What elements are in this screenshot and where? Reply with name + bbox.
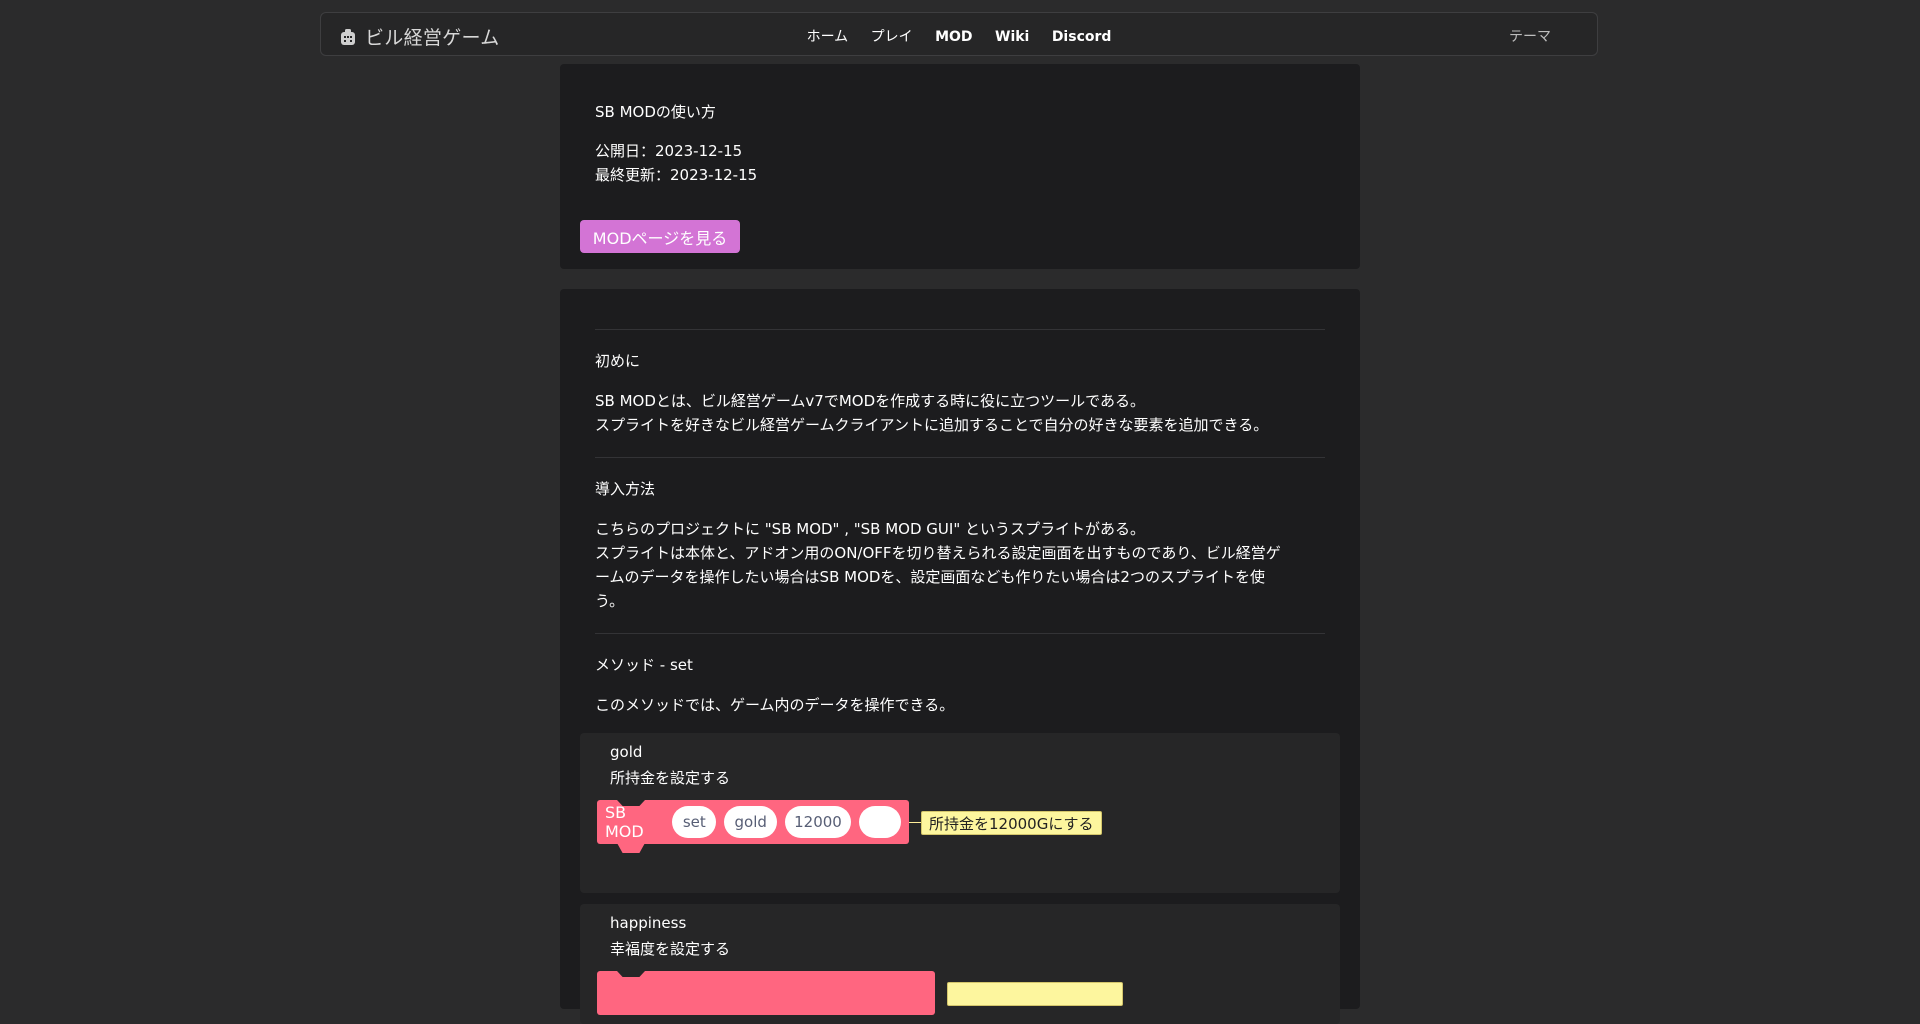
- method-name: gold: [610, 743, 643, 761]
- method-desc: 幸福度を設定する: [610, 940, 731, 958]
- scratch-block[interactable]: SB MOD set gold 12000: [597, 800, 909, 853]
- published-date: 公開日：2023-12-15: [595, 142, 743, 160]
- method-box-happiness: happiness 幸福度を設定する: [580, 904, 1340, 1024]
- intro-line-1: SB MODとは、ビル経営ゲームv7でMODを作成する時に役に立つツールである。: [595, 392, 1146, 410]
- block-arg-method[interactable]: set: [672, 806, 717, 838]
- section-heading-method: メソッド - set: [595, 656, 693, 674]
- nav-discord[interactable]: Discord: [1052, 29, 1112, 45]
- page-title: SB MODの使い方: [595, 103, 716, 121]
- block-label: SB MOD: [605, 803, 644, 841]
- block-arg-key[interactable]: gold: [724, 806, 777, 838]
- section-heading-install: 導入方法: [595, 480, 656, 498]
- divider: [595, 457, 1325, 458]
- method-description: このメソッドでは、ゲーム内のデータを操作できる。: [595, 696, 955, 714]
- intro-line-2: スプライトを好きなビル経営ゲームクライアントに追加することで自分の好きな要素を追…: [595, 416, 1269, 434]
- block-comment: 所持金を12000Gにする: [921, 811, 1102, 835]
- mod-page-button[interactable]: MODページを見る: [580, 220, 740, 253]
- comment-connector: [909, 822, 921, 823]
- block-comment: [947, 982, 1123, 1006]
- content-card: 初めに SB MODとは、ビル経営ゲームv7でMODを作成する時に役に立つツール…: [560, 289, 1360, 1024]
- divider: [595, 329, 1325, 330]
- theme-toggle[interactable]: テーマ: [1509, 26, 1551, 46]
- nav-home[interactable]: ホーム: [807, 29, 849, 45]
- navbar: ビル経営ゲーム ホーム プレイ MOD Wiki Discord テーマ: [320, 12, 1598, 56]
- nav-wiki[interactable]: Wiki: [995, 29, 1029, 45]
- install-line-1: こちらのプロジェクトに "SB MOD" , "SB MOD GUI" というス…: [595, 520, 1145, 538]
- block-arg-value[interactable]: 12000: [784, 806, 851, 838]
- install-line-4: う。: [595, 592, 625, 610]
- method-desc: 所持金を設定する: [610, 769, 731, 787]
- nav-play[interactable]: プレイ: [871, 29, 913, 45]
- scratch-block[interactable]: [597, 971, 935, 1015]
- info-card: SB MODの使い方 公開日：2023-12-15 最終更新：2023-12-1…: [560, 64, 1360, 269]
- nav-links: ホーム プレイ MOD Wiki Discord: [321, 26, 1597, 46]
- method-name: happiness: [610, 914, 687, 932]
- section-heading-intro: 初めに: [595, 352, 641, 370]
- divider: [595, 633, 1325, 634]
- install-line-2: スプライトは本体と、アドオン用のON/OFFを切り替えられる設定画面を出すもので…: [595, 544, 1281, 562]
- install-line-3: ームのデータを操作したい場合はSB MODを、設定画面なども作りたい場合は2つの…: [595, 568, 1265, 586]
- updated-date: 最終更新：2023-12-15: [595, 166, 758, 184]
- block-arg-empty[interactable]: [859, 806, 901, 838]
- nav-mod[interactable]: MOD: [935, 29, 972, 45]
- method-box-gold: gold 所持金を設定する SB MOD set gold 12000 所持金を…: [580, 733, 1340, 893]
